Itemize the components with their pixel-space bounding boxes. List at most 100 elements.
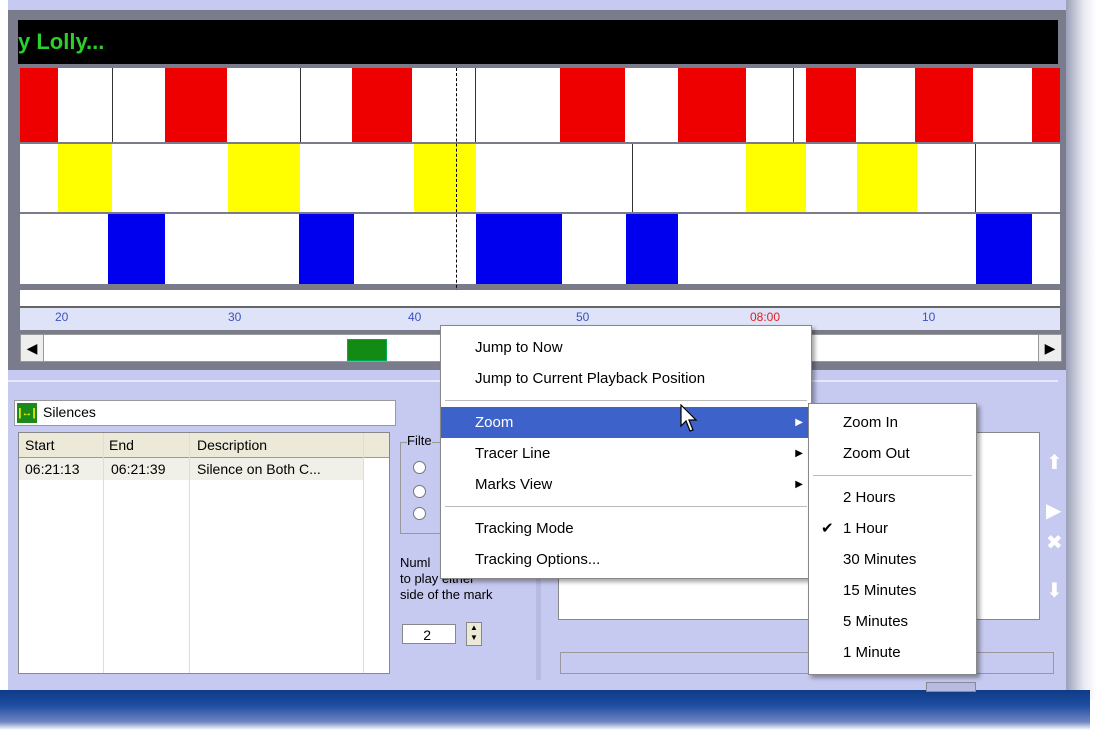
menu-label: Tracking Mode [475, 520, 574, 537]
collapse-handle[interactable] [926, 682, 976, 692]
filter-radio-2[interactable] [413, 485, 426, 498]
column-divider [103, 433, 104, 673]
menu-item-tracking-options[interactable]: Tracking Options... [441, 544, 811, 575]
tick-label: 50 [576, 310, 590, 324]
mark-block[interactable] [476, 214, 562, 284]
submenu-item-zoom-in[interactable]: Zoom In [809, 407, 976, 438]
menu-label: 15 Minutes [843, 582, 917, 599]
mark-block[interactable] [746, 144, 806, 212]
mouse-cursor-icon [680, 404, 698, 432]
menu-item-marks-view[interactable]: Marks View ▶ [441, 469, 811, 500]
menu-label: 2 Hours [843, 489, 896, 506]
column-header-end[interactable]: End [109, 437, 134, 453]
table-row[interactable]: 06:21:13 06:21:39 Silence on Both C... [19, 458, 364, 480]
lane-blue[interactable] [20, 214, 1060, 284]
tick-label: 30 [228, 310, 242, 324]
menu-item-jump-to-playback[interactable]: Jump to Current Playback Position [441, 363, 811, 394]
progress-bar [560, 652, 1054, 674]
cell-description: Silence on Both C... [197, 461, 321, 477]
number-label-line3: side of the mark [400, 587, 493, 602]
mark-block[interactable] [915, 68, 973, 142]
mark-block[interactable] [228, 144, 300, 212]
delete-icon[interactable]: ✖ [1046, 530, 1063, 555]
stepper-arrows[interactable]: ▲ ▼ [466, 622, 482, 646]
lane-red[interactable] [20, 68, 1060, 142]
silences-table[interactable]: Start End Description 06:21:13 06:21:39 … [18, 432, 390, 674]
tick-label: 20 [55, 310, 69, 324]
menu-separator [813, 475, 972, 476]
submenu-item-5-minutes[interactable]: 5 Minutes [809, 606, 976, 637]
submenu-arrow-icon: ▶ [795, 417, 803, 428]
menu-label: Zoom [475, 414, 514, 431]
menu-label: Jump to Now [475, 339, 563, 356]
silence-icon: |↔| [17, 403, 37, 423]
taskbar-edge [0, 690, 1090, 730]
menu-item-tracking-mode[interactable]: Tracking Mode [441, 513, 811, 544]
menu-label: 5 Minutes [843, 613, 909, 630]
submenu-item-15-minutes[interactable]: 15 Minutes [809, 575, 976, 606]
mark-block[interactable] [626, 214, 678, 284]
mark-block[interactable] [976, 214, 1032, 284]
menu-item-zoom[interactable]: Zoom ▶ [441, 407, 811, 438]
filter-label: Filte [407, 433, 432, 448]
mark-block[interactable] [414, 144, 476, 212]
check-icon: ✔ [821, 520, 834, 537]
submenu-item-zoom-out[interactable]: Zoom Out [809, 438, 976, 469]
mark-block[interactable] [1032, 68, 1060, 142]
scroll-left-button[interactable]: ◀ [21, 335, 44, 361]
column-header-start[interactable]: Start [25, 437, 55, 453]
context-menu: Jump to Now Jump to Current Playback Pos… [440, 325, 812, 579]
cell-end: 06:21:39 [111, 461, 166, 477]
tick-label: 08:00 [750, 310, 781, 324]
play-icon[interactable]: ▶ [1046, 498, 1061, 523]
filter-radio-1[interactable] [413, 461, 426, 474]
lane-yellow[interactable] [20, 144, 1060, 212]
mark-block[interactable] [165, 68, 227, 142]
menu-label: Jump to Current Playback Position [475, 370, 706, 387]
menu-label: 30 Minutes [843, 551, 917, 568]
panel-header: |↔| Silences [14, 400, 396, 426]
stepper-value: 2 [423, 627, 431, 643]
menu-label: Tracking Options... [475, 551, 601, 568]
menu-label: 1 Minute [843, 644, 901, 661]
menu-item-tracer-line[interactable]: Tracer Line ▶ [441, 438, 811, 469]
submenu-item-2-hours[interactable]: 2 Hours [809, 482, 976, 513]
menu-label: Marks View [475, 476, 553, 493]
filter-group: Filte [400, 433, 442, 534]
mark-block[interactable] [352, 68, 412, 142]
submenu-item-30-minutes[interactable]: 30 Minutes [809, 544, 976, 575]
menu-label: Zoom In [843, 414, 899, 431]
table-header: Start End Description [19, 433, 389, 458]
submenu-arrow-icon: ▶ [795, 448, 803, 459]
menu-label: Zoom Out [843, 445, 910, 462]
mark-block[interactable] [857, 144, 917, 212]
zoom-submenu: Zoom In Zoom Out 2 Hours ✔ 1 Hour 30 Minu… [808, 403, 977, 675]
tick-label: 40 [408, 310, 422, 324]
mark-block[interactable] [108, 214, 165, 284]
submenu-item-1-hour[interactable]: ✔ 1 Hour [809, 513, 976, 544]
track-title: y Lolly... [18, 20, 1058, 64]
column-divider [363, 433, 364, 673]
tick-label: 10 [922, 310, 936, 324]
number-stepper[interactable]: 2 [402, 624, 456, 644]
mark-block[interactable] [560, 68, 625, 142]
filter-radio-3[interactable] [413, 507, 426, 520]
mark-block[interactable] [678, 68, 746, 142]
mark-block[interactable] [806, 68, 856, 142]
ruler-track [20, 290, 1060, 308]
mark-block[interactable] [58, 144, 112, 212]
scroll-right-button[interactable]: ▶ [1038, 335, 1061, 361]
move-up-icon[interactable]: ⬆ [1046, 450, 1063, 475]
move-down-icon[interactable]: ⬇ [1046, 578, 1063, 603]
menu-label: 1 Hour [843, 520, 889, 537]
submenu-arrow-icon: ▶ [795, 479, 803, 490]
menu-item-jump-to-now[interactable]: Jump to Now [441, 332, 811, 363]
column-header-description[interactable]: Description [197, 437, 267, 453]
column-divider [189, 433, 190, 673]
mark-block[interactable] [20, 68, 58, 142]
scroll-thumb[interactable] [347, 339, 387, 361]
cell-start: 06:21:13 [25, 461, 80, 477]
window-shadow [1066, 0, 1096, 700]
mark-block[interactable] [299, 214, 354, 284]
submenu-item-1-minute[interactable]: 1 Minute [809, 637, 976, 668]
